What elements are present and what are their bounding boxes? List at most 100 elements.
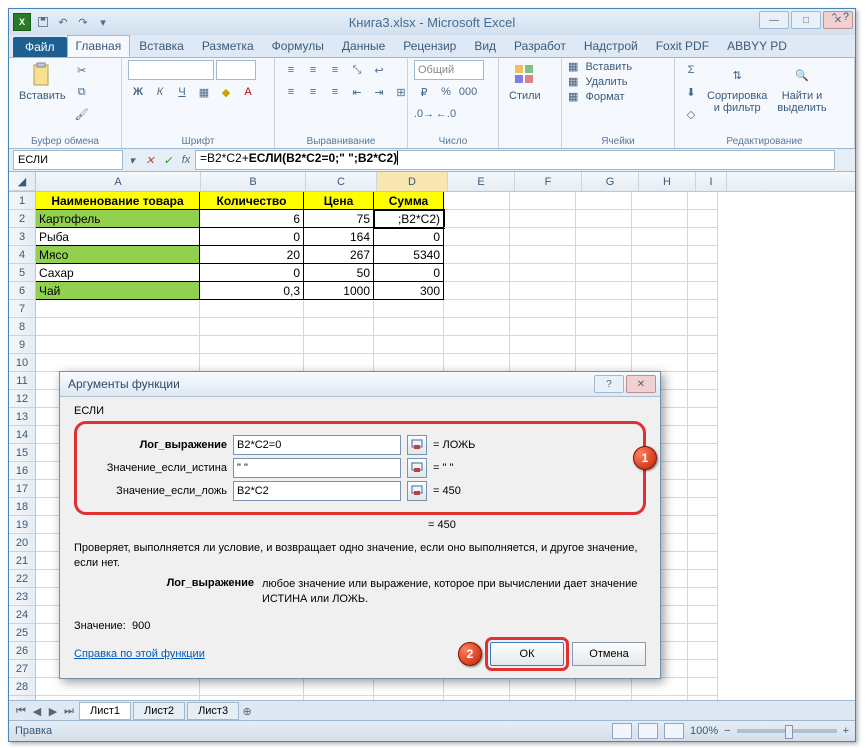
cell[interactable]: 0,3 [200, 282, 304, 300]
cell[interactable] [688, 372, 718, 390]
cell[interactable] [632, 678, 688, 696]
row-header[interactable]: 10 [9, 354, 36, 372]
row-header[interactable]: 4 [9, 246, 36, 264]
sheet-nav-next-icon[interactable]: ▶ [45, 703, 61, 719]
minimize-button[interactable]: ― [759, 11, 789, 29]
tab-home[interactable]: Главная [67, 35, 131, 57]
find-select-button[interactable]: 🔍Найти и выделить [773, 60, 830, 116]
cell[interactable] [688, 318, 718, 336]
indent-dec-icon[interactable]: ⇤ [347, 82, 367, 102]
cancel-button[interactable]: Отмена [572, 642, 646, 666]
cell[interactable] [374, 336, 444, 354]
cell[interactable]: 6 [200, 210, 304, 228]
cell[interactable] [36, 336, 200, 354]
align-left-icon[interactable]: ≡ [281, 82, 301, 102]
fb-dropdown-icon[interactable]: ▾ [123, 151, 141, 169]
cell[interactable] [444, 300, 510, 318]
row-header[interactable]: 26 [9, 642, 36, 660]
row-header[interactable]: 2 [9, 210, 36, 228]
cell[interactable] [444, 678, 510, 696]
cell[interactable] [688, 588, 718, 606]
align-top-icon[interactable]: ≡ [281, 60, 301, 80]
fb-enter-icon[interactable]: ✓ [159, 151, 177, 169]
help-icon[interactable]: ? [843, 11, 849, 24]
row-header[interactable]: 27 [9, 660, 36, 678]
cell[interactable] [632, 282, 688, 300]
italic-icon[interactable]: К [150, 82, 170, 102]
cell[interactable] [688, 354, 718, 372]
cell[interactable] [688, 516, 718, 534]
row-header[interactable]: 6 [9, 282, 36, 300]
number-format-combo[interactable]: Общий [414, 60, 484, 80]
indent-inc-icon[interactable]: ⇥ [369, 82, 389, 102]
row-header[interactable]: 1 [9, 192, 36, 210]
col-header-C[interactable]: C [306, 172, 377, 191]
cell[interactable]: Цена [304, 192, 374, 210]
cell[interactable] [510, 318, 576, 336]
cell[interactable] [304, 300, 374, 318]
cell[interactable] [510, 210, 576, 228]
cell[interactable] [688, 390, 718, 408]
paste-button[interactable]: Вставить [15, 60, 70, 104]
cell[interactable] [304, 318, 374, 336]
tab-formulas[interactable]: Формулы [263, 35, 333, 57]
row-header[interactable]: 28 [9, 678, 36, 696]
cell[interactable] [510, 678, 576, 696]
cell[interactable] [304, 678, 374, 696]
row-header[interactable]: 24 [9, 606, 36, 624]
zoom-in-icon[interactable]: + [843, 725, 849, 737]
formula-input[interactable]: =B2*C2+ЕСЛИ(B2*C2=0;" ";B2*C2) [195, 150, 835, 170]
cell[interactable] [510, 336, 576, 354]
autosum-icon[interactable]: Σ [681, 60, 701, 80]
cell[interactable]: ;B2*C2) [374, 210, 444, 228]
col-header-F[interactable]: F [515, 172, 582, 191]
inc-decimal-icon[interactable]: .0→ [414, 104, 434, 124]
cell[interactable] [688, 642, 718, 660]
align-mid-icon[interactable]: ≡ [303, 60, 323, 80]
font-size-combo[interactable] [216, 60, 256, 80]
cell[interactable] [576, 264, 632, 282]
cell[interactable] [688, 408, 718, 426]
cell[interactable]: Сумма [374, 192, 444, 210]
ribbon-minimize-icon[interactable]: ⌃ [830, 11, 839, 24]
align-bot-icon[interactable]: ≡ [325, 60, 345, 80]
cell[interactable] [200, 318, 304, 336]
maximize-button[interactable]: □ [791, 11, 821, 29]
select-all-corner[interactable]: ◢ [9, 172, 36, 191]
cell[interactable] [200, 678, 304, 696]
cell[interactable]: 267 [304, 246, 374, 264]
tab-foxit[interactable]: Foxit PDF [647, 35, 718, 57]
cell[interactable]: 1000 [304, 282, 374, 300]
arg-input[interactable] [233, 458, 401, 478]
border-icon[interactable]: ▦ [194, 82, 214, 102]
cell[interactable] [200, 300, 304, 318]
cell[interactable] [510, 354, 576, 372]
cell[interactable] [510, 228, 576, 246]
zoom-slider[interactable] [737, 729, 837, 733]
cell[interactable] [688, 498, 718, 516]
cell[interactable] [688, 678, 718, 696]
percent-icon[interactable]: % [436, 82, 456, 102]
cell[interactable] [576, 282, 632, 300]
row-header[interactable]: 17 [9, 480, 36, 498]
bold-icon[interactable]: Ж [128, 82, 148, 102]
cell[interactable]: 50 [304, 264, 374, 282]
align-center-icon[interactable]: ≡ [303, 82, 323, 102]
cell[interactable]: 20 [200, 246, 304, 264]
col-header-G[interactable]: G [582, 172, 639, 191]
qat-redo-icon[interactable]: ↷ [75, 14, 91, 30]
cells-insert-button[interactable]: ▦ Вставить [568, 60, 632, 73]
row-header[interactable]: 3 [9, 228, 36, 246]
row-header[interactable]: 22 [9, 570, 36, 588]
sheet-tab-2[interactable]: Лист2 [133, 702, 185, 720]
font-color-icon[interactable]: A [238, 82, 258, 102]
cell[interactable] [632, 228, 688, 246]
cell[interactable] [688, 606, 718, 624]
cell[interactable] [576, 210, 632, 228]
cell[interactable] [576, 228, 632, 246]
new-sheet-icon[interactable]: ⊕ [239, 703, 255, 719]
cell[interactable]: 0 [200, 264, 304, 282]
row-header[interactable]: 9 [9, 336, 36, 354]
cell[interactable] [688, 300, 718, 318]
row-header[interactable]: 16 [9, 462, 36, 480]
